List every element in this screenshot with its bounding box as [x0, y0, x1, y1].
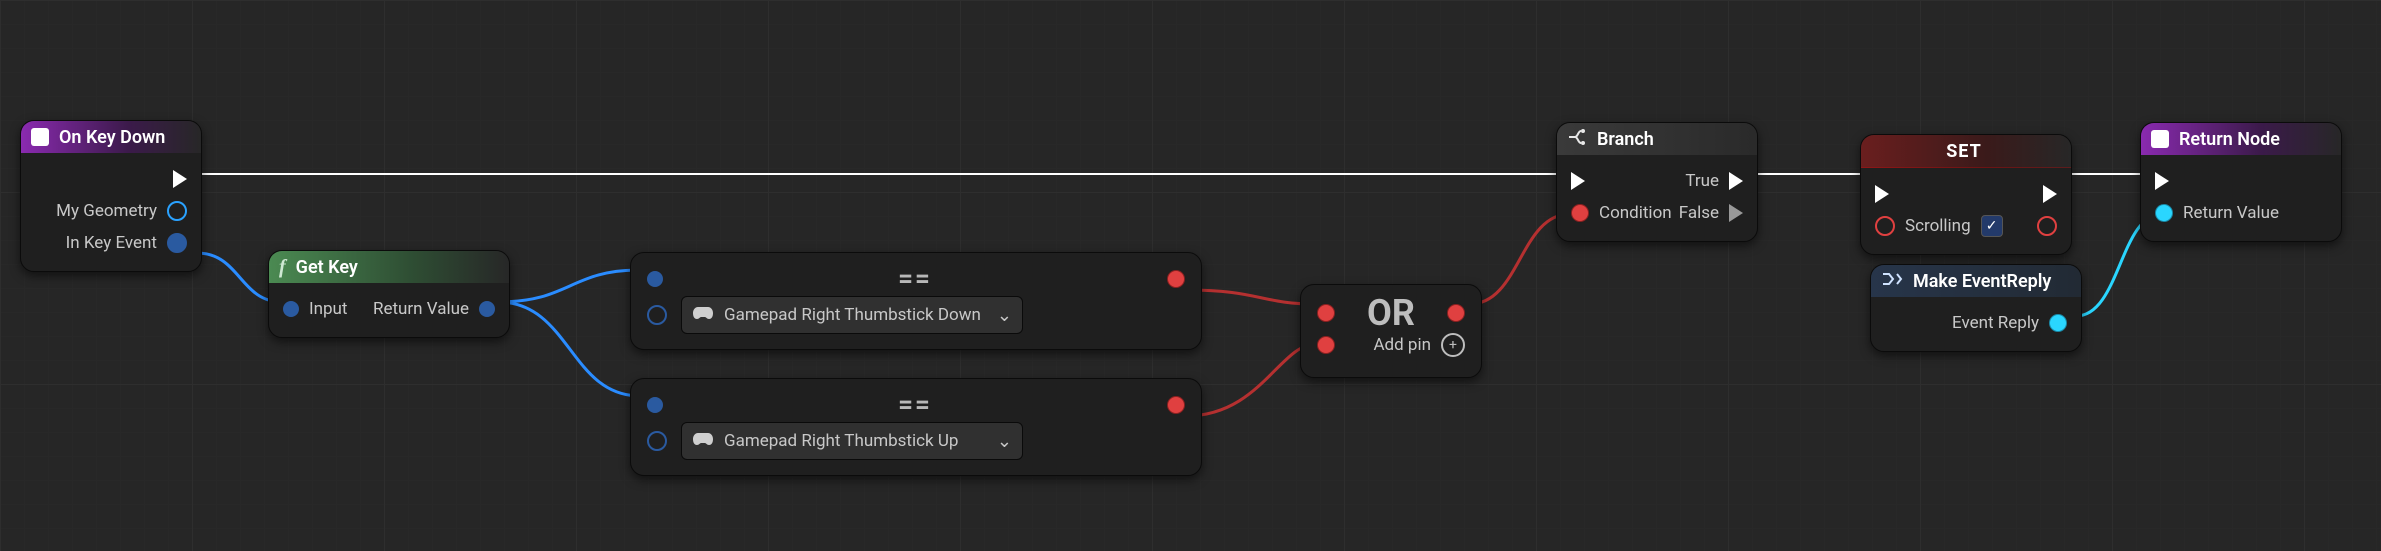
- pin-event-reply[interactable]: [2049, 314, 2067, 332]
- node-make-event-reply[interactable]: Make EventReply Event Reply: [1870, 264, 2082, 352]
- add-pin-label: Add pin: [1373, 335, 1431, 355]
- node-equal-2[interactable]: == Gamepad Right Thumbstick Up ⌄: [630, 378, 1202, 476]
- pin-a[interactable]: [647, 397, 663, 413]
- operator-label: OR: [1335, 292, 1447, 334]
- node-get-key[interactable]: f Get Key Input Return Value: [268, 250, 510, 338]
- node-title: Branch: [1597, 129, 1654, 150]
- pin-input-label: Input: [309, 299, 348, 319]
- node-on-key-down[interactable]: On Key Down My Geometry In Key Event: [20, 120, 202, 272]
- key-select[interactable]: Gamepad Right Thumbstick Down ⌄: [681, 296, 1023, 334]
- event-icon: [31, 128, 49, 146]
- function-icon: f: [279, 256, 286, 279]
- pin-return-value-label: Return Value: [2183, 203, 2279, 223]
- key-select-value: Gamepad Right Thumbstick Down: [724, 305, 981, 325]
- pin-b[interactable]: [647, 305, 667, 325]
- pin-my-geometry-label: My Geometry: [56, 201, 157, 221]
- pin-false-label: False: [1679, 203, 1719, 223]
- make-struct-icon: [1881, 271, 1903, 292]
- pin-true-label: True: [1685, 171, 1719, 191]
- node-or[interactable]: OR Add pin +: [1300, 284, 1482, 378]
- pin-value-in[interactable]: [1875, 216, 1895, 236]
- chevron-down-icon: ⌄: [997, 305, 1012, 326]
- pin-in-2[interactable]: [1317, 336, 1335, 354]
- exec-in-pin[interactable]: [1875, 185, 1889, 203]
- node-header: SET: [1861, 135, 2071, 168]
- node-set[interactable]: SET Scrolling ✓: [1860, 134, 2072, 255]
- pin-result[interactable]: [1167, 270, 1185, 288]
- key-select-value: Gamepad Right Thumbstick Up: [724, 431, 958, 451]
- pin-in-key-event-label: In Key Event: [66, 233, 157, 253]
- pin-false[interactable]: [1729, 204, 1743, 222]
- pin-true[interactable]: [1729, 172, 1743, 190]
- branch-icon: [1567, 128, 1587, 151]
- pin-value-out[interactable]: [2037, 216, 2057, 236]
- add-pin-button[interactable]: +: [1441, 333, 1465, 357]
- pin-return-value[interactable]: [2155, 204, 2173, 222]
- node-branch[interactable]: Branch True Condition False: [1556, 122, 1758, 242]
- node-header: Make EventReply: [1871, 265, 2081, 297]
- pin-result[interactable]: [1447, 304, 1465, 322]
- node-header: Branch: [1557, 123, 1757, 155]
- node-title: Get Key: [296, 257, 358, 278]
- key-select[interactable]: Gamepad Right Thumbstick Up ⌄: [681, 422, 1023, 460]
- exec-in-pin[interactable]: [1571, 172, 1585, 190]
- pin-my-geometry[interactable]: [167, 201, 187, 221]
- operator-label: ==: [663, 390, 1167, 420]
- pin-in-key-event[interactable]: [167, 233, 187, 253]
- node-title: Make EventReply: [1913, 271, 2051, 292]
- pin-a[interactable]: [647, 271, 663, 287]
- node-header: Return Node: [2141, 123, 2341, 155]
- set-field-label: Scrolling: [1905, 216, 1971, 236]
- checkbox-scrolling[interactable]: ✓: [1981, 215, 2003, 237]
- event-icon: [2151, 130, 2169, 148]
- gamepad-icon: [692, 431, 714, 452]
- exec-out-pin[interactable]: [2043, 185, 2057, 203]
- pin-event-reply-label: Event Reply: [1952, 313, 2039, 333]
- exec-in-pin[interactable]: [2155, 172, 2169, 190]
- pin-b[interactable]: [647, 431, 667, 451]
- exec-out-pin[interactable]: [173, 170, 187, 188]
- pin-in-1[interactable]: [1317, 304, 1335, 322]
- pin-condition-label: Condition: [1599, 203, 1672, 223]
- pin-result[interactable]: [1167, 396, 1185, 414]
- node-title: On Key Down: [59, 127, 165, 148]
- pin-input[interactable]: [283, 301, 299, 317]
- node-return[interactable]: Return Node Return Value: [2140, 122, 2342, 242]
- node-title: Return Node: [2179, 129, 2280, 150]
- node-header: On Key Down: [21, 121, 201, 153]
- pin-return-label: Return Value: [373, 299, 469, 319]
- pin-return[interactable]: [479, 301, 495, 317]
- node-title: SET: [1871, 141, 2057, 162]
- operator-label: ==: [663, 264, 1167, 294]
- chevron-down-icon: ⌄: [997, 431, 1012, 452]
- pin-condition[interactable]: [1571, 204, 1589, 222]
- gamepad-icon: [692, 305, 714, 326]
- node-header: f Get Key: [269, 251, 509, 283]
- node-equal-1[interactable]: == Gamepad Right Thumbstick Down ⌄: [630, 252, 1202, 350]
